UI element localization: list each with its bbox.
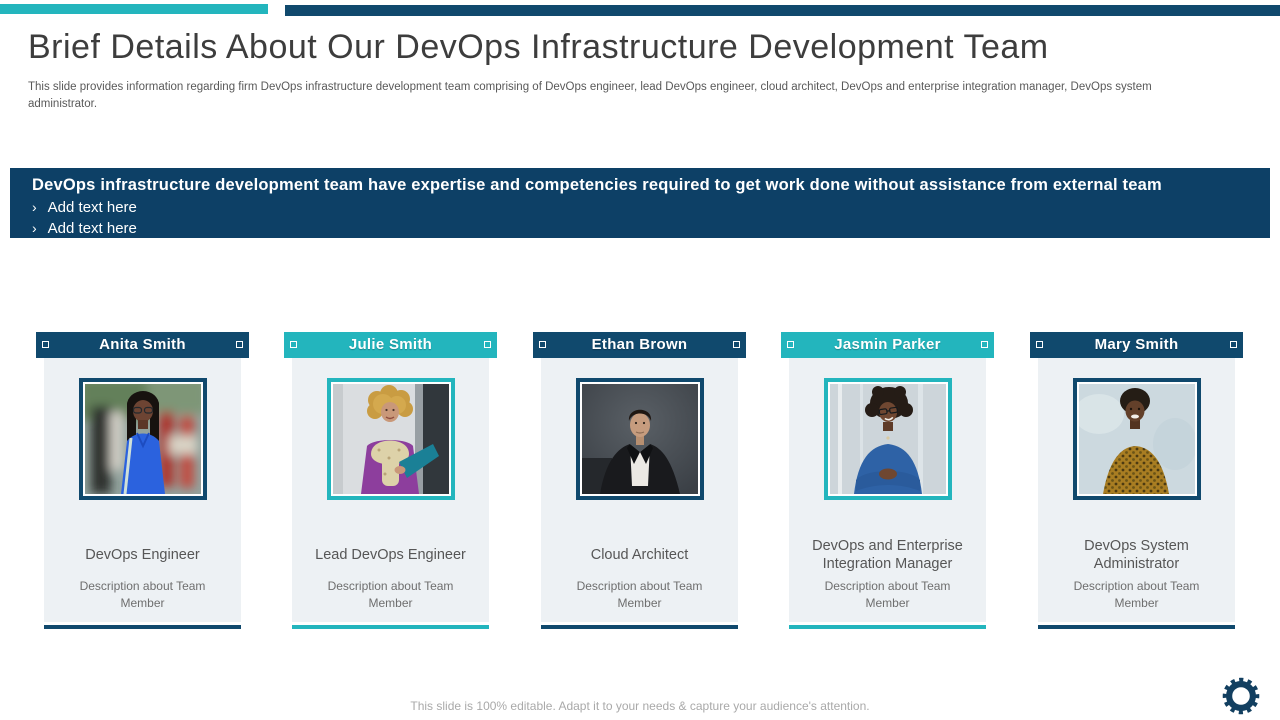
handle-square-icon xyxy=(981,341,988,348)
member-photo-frame xyxy=(1073,378,1201,500)
gear-icon xyxy=(1222,677,1260,715)
member-description: Description about Team Member xyxy=(1074,578,1200,611)
member-role: Cloud Architect xyxy=(541,537,738,573)
team-member-card: Julie Smith xyxy=(284,332,497,629)
team-member-card: Anita Smith xyxy=(36,332,249,629)
card-accent-line xyxy=(789,625,986,629)
member-card-body: DevOps System Administrator Description … xyxy=(1038,358,1235,622)
slide: Brief Details About Our DevOps Infrastru… xyxy=(0,0,1280,720)
banner-heading: DevOps infrastructure development team h… xyxy=(32,176,1248,195)
member-name: Mary Smith xyxy=(1095,336,1179,353)
member-description: Description about Team Member xyxy=(80,578,206,611)
member-name: Anita Smith xyxy=(99,336,186,353)
member-card-body: Cloud Architect Description about Team M… xyxy=(541,358,738,622)
handle-square-icon xyxy=(290,341,297,348)
team-member-card: Ethan Brown xyxy=(533,332,746,629)
banner-bullet[interactable]: › Add text here xyxy=(32,220,1248,237)
team-member-card: Mary Smith xyxy=(1030,332,1243,629)
handle-square-icon xyxy=(42,341,49,348)
expertise-banner: DevOps infrastructure development team h… xyxy=(10,168,1270,238)
team-member-card: Jasmin Parker xyxy=(781,332,994,629)
member-name-banner: Anita Smith xyxy=(36,332,249,358)
chevron-bullet-icon: › xyxy=(32,200,37,214)
member-photo-frame xyxy=(79,378,207,500)
member-name: Jasmin Parker xyxy=(834,336,940,353)
member-role: DevOps Engineer xyxy=(44,537,241,573)
member-role: Lead DevOps Engineer xyxy=(292,537,489,573)
bullet-placeholder-text[interactable]: Add text here xyxy=(48,220,137,237)
page-title: Brief Details About Our DevOps Infrastru… xyxy=(28,27,1238,68)
member-name-banner: Mary Smith xyxy=(1030,332,1243,358)
handle-square-icon xyxy=(787,341,794,348)
member-role: DevOps and Enterprise Integration Manage… xyxy=(789,537,986,573)
member-name-banner: Julie Smith xyxy=(284,332,497,358)
member-role: DevOps System Administrator xyxy=(1038,537,1235,573)
member-photo xyxy=(333,384,449,494)
member-name-banner: Ethan Brown xyxy=(533,332,746,358)
handle-square-icon xyxy=(1036,341,1043,348)
top-accent-bar-navy xyxy=(285,5,1280,16)
bullet-placeholder-text[interactable]: Add text here xyxy=(48,199,137,216)
member-card-body: DevOps and Enterprise Integration Manage… xyxy=(789,358,986,622)
chevron-bullet-icon: › xyxy=(32,221,37,235)
footer-note: This slide is 100% editable. Adapt it to… xyxy=(0,699,1280,713)
handle-square-icon xyxy=(484,341,491,348)
member-card-body: DevOps Engineer Description about Team M… xyxy=(44,358,241,622)
member-photo-frame xyxy=(824,378,952,500)
card-accent-line xyxy=(44,625,241,629)
top-accent-bar-teal xyxy=(0,4,268,14)
handle-square-icon xyxy=(1230,341,1237,348)
member-description: Description about Team Member xyxy=(328,578,454,611)
card-accent-line xyxy=(541,625,738,629)
card-accent-line xyxy=(292,625,489,629)
member-description: Description about Team Member xyxy=(825,578,951,611)
handle-square-icon xyxy=(733,341,740,348)
member-photo-frame xyxy=(576,378,704,500)
handle-square-icon xyxy=(539,341,546,348)
member-photo-frame xyxy=(327,378,455,500)
card-accent-line xyxy=(1038,625,1235,629)
handle-square-icon xyxy=(236,341,243,348)
member-photo xyxy=(830,384,946,494)
member-photo xyxy=(1079,384,1195,494)
member-description: Description about Team Member xyxy=(577,578,703,611)
banner-bullet[interactable]: › Add text here xyxy=(32,199,1248,216)
member-name: Ethan Brown xyxy=(592,336,688,353)
member-photo xyxy=(85,384,201,494)
member-photo xyxy=(582,384,698,494)
slide-subtitle: This slide provides information regardin… xyxy=(28,79,1198,112)
member-card-body: Lead DevOps Engineer Description about T… xyxy=(292,358,489,622)
member-name: Julie Smith xyxy=(349,336,432,353)
member-name-banner: Jasmin Parker xyxy=(781,332,994,358)
